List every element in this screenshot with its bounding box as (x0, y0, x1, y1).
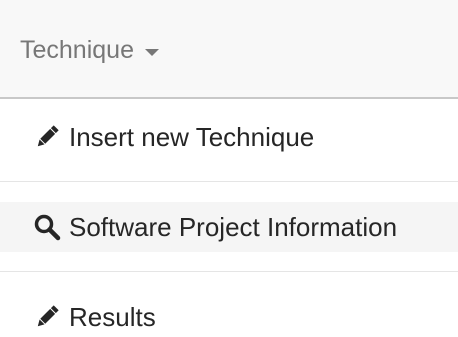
menu-item-label: Insert new Technique (69, 122, 315, 152)
search-icon (32, 213, 61, 242)
page: Technique Insert new Technique Software … (0, 0, 458, 337)
pencil-icon (32, 123, 61, 152)
menu-divider (0, 181, 458, 182)
menu-divider (0, 271, 458, 272)
technique-dropdown-toggle[interactable]: Technique (20, 33, 159, 67)
navbar: Technique (0, 0, 458, 99)
menu-item-label: Results (69, 302, 156, 332)
pencil-icon (32, 303, 61, 332)
menu-item-label: Software Project Information (69, 212, 398, 242)
menu-item-results[interactable]: Results (0, 297, 458, 337)
dropdown-label: Technique (20, 36, 134, 64)
caret-down-icon (144, 48, 159, 56)
menu-item-insert-new-technique[interactable]: Insert new Technique (0, 117, 458, 157)
menu-item-software-project-information[interactable]: Software Project Information (0, 202, 458, 252)
